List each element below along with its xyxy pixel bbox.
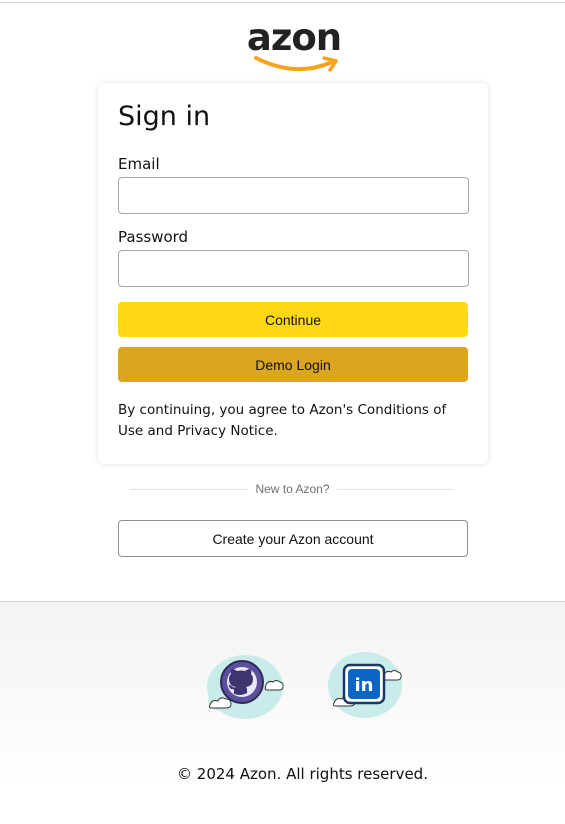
new-customer-divider-text: New to Azon?	[255, 482, 330, 496]
page-title: Sign in	[118, 101, 211, 132]
password-label: Password	[118, 228, 189, 246]
divider-left	[130, 489, 248, 490]
github-icon	[207, 655, 284, 719]
signin-card: Sign in Email Password Continue Demo Log…	[98, 83, 488, 464]
create-account-button[interactable]: Create your Azon account	[118, 520, 468, 557]
password-field[interactable]	[118, 250, 469, 287]
divider-right	[337, 489, 453, 490]
demo-login-button[interactable]: Demo Login	[118, 347, 468, 382]
github-link[interactable]	[200, 647, 290, 723]
email-field[interactable]	[118, 177, 469, 214]
linkedin-icon: in	[328, 652, 402, 718]
footer: in © 2024 Azon. All rights reserved.	[0, 601, 565, 824]
logo-smile-icon	[254, 56, 338, 72]
azon-logo[interactable]: azon	[246, 14, 342, 74]
copyright-text: © 2024 Azon. All rights reserved.	[177, 765, 428, 783]
top-border	[0, 2, 565, 3]
svg-text:in: in	[355, 675, 374, 696]
email-label: Email	[118, 155, 160, 173]
continue-button[interactable]: Continue	[118, 302, 468, 337]
terms-notice: By continuing, you agree to Azon's Condi…	[118, 402, 447, 439]
linkedin-link[interactable]: in	[320, 647, 410, 723]
